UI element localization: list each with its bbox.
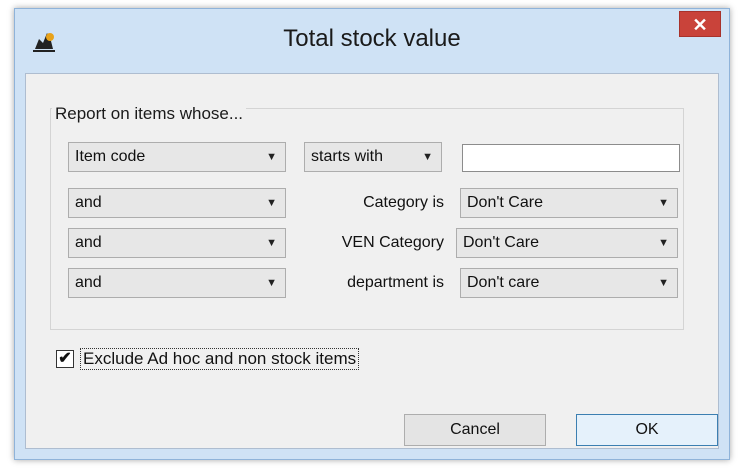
cancel-button[interactable]: Cancel (404, 414, 546, 446)
chevron-down-icon: ▼ (266, 237, 277, 249)
close-button[interactable]: ✕ (679, 11, 721, 37)
chevron-down-icon: ▼ (266, 197, 277, 209)
department-dropdown[interactable]: Don't care ▼ (460, 268, 678, 298)
chevron-down-icon: ▼ (658, 237, 669, 249)
ok-button[interactable]: OK (576, 414, 718, 446)
conjunction-dropdown-ven[interactable]: and ▼ (68, 228, 286, 258)
conjunction-dropdown-department[interactable]: and ▼ (68, 268, 286, 298)
ven-category-value: Don't Care (463, 234, 539, 251)
chevron-down-icon: ▼ (658, 197, 669, 209)
item-code-input[interactable] (462, 144, 680, 172)
operator-dropdown[interactable]: starts with ▼ (304, 142, 442, 172)
category-value: Don't Care (467, 194, 543, 211)
dialog-body: Report on items whose... Item code ▼ sta… (25, 73, 719, 449)
title-bar[interactable]: Total stock value ✕ (15, 9, 729, 73)
filter-group-label: Report on items whose... (52, 104, 247, 124)
chevron-down-icon: ▼ (422, 151, 433, 163)
chevron-down-icon: ▼ (658, 277, 669, 289)
operator-value: starts with (311, 148, 384, 165)
field-selector-value: Item code (75, 148, 146, 165)
conjunction-dropdown-category[interactable]: and ▼ (68, 188, 286, 218)
chevron-down-icon: ▼ (266, 277, 277, 289)
ven-category-label: VEN Category (341, 234, 444, 251)
conjunction-value: and (75, 194, 102, 211)
ven-category-dropdown[interactable]: Don't Care ▼ (456, 228, 678, 258)
conjunction-value: and (75, 274, 102, 291)
chevron-down-icon: ▼ (266, 151, 277, 163)
window-title: Total stock value (283, 25, 461, 52)
category-dropdown[interactable]: Don't Care ▼ (460, 188, 678, 218)
dialog-window: Total stock value ✕ Report on items whos… (14, 8, 730, 460)
category-label: Category is (363, 194, 444, 211)
department-value: Don't care (467, 274, 540, 291)
department-label: department is (347, 274, 444, 291)
exclude-adhoc-label[interactable]: Exclude Ad hoc and non stock items (80, 348, 360, 370)
conjunction-value: and (75, 234, 102, 251)
field-selector-dropdown[interactable]: Item code ▼ (68, 142, 286, 172)
exclude-adhoc-checkbox[interactable]: ✔ (56, 350, 74, 368)
